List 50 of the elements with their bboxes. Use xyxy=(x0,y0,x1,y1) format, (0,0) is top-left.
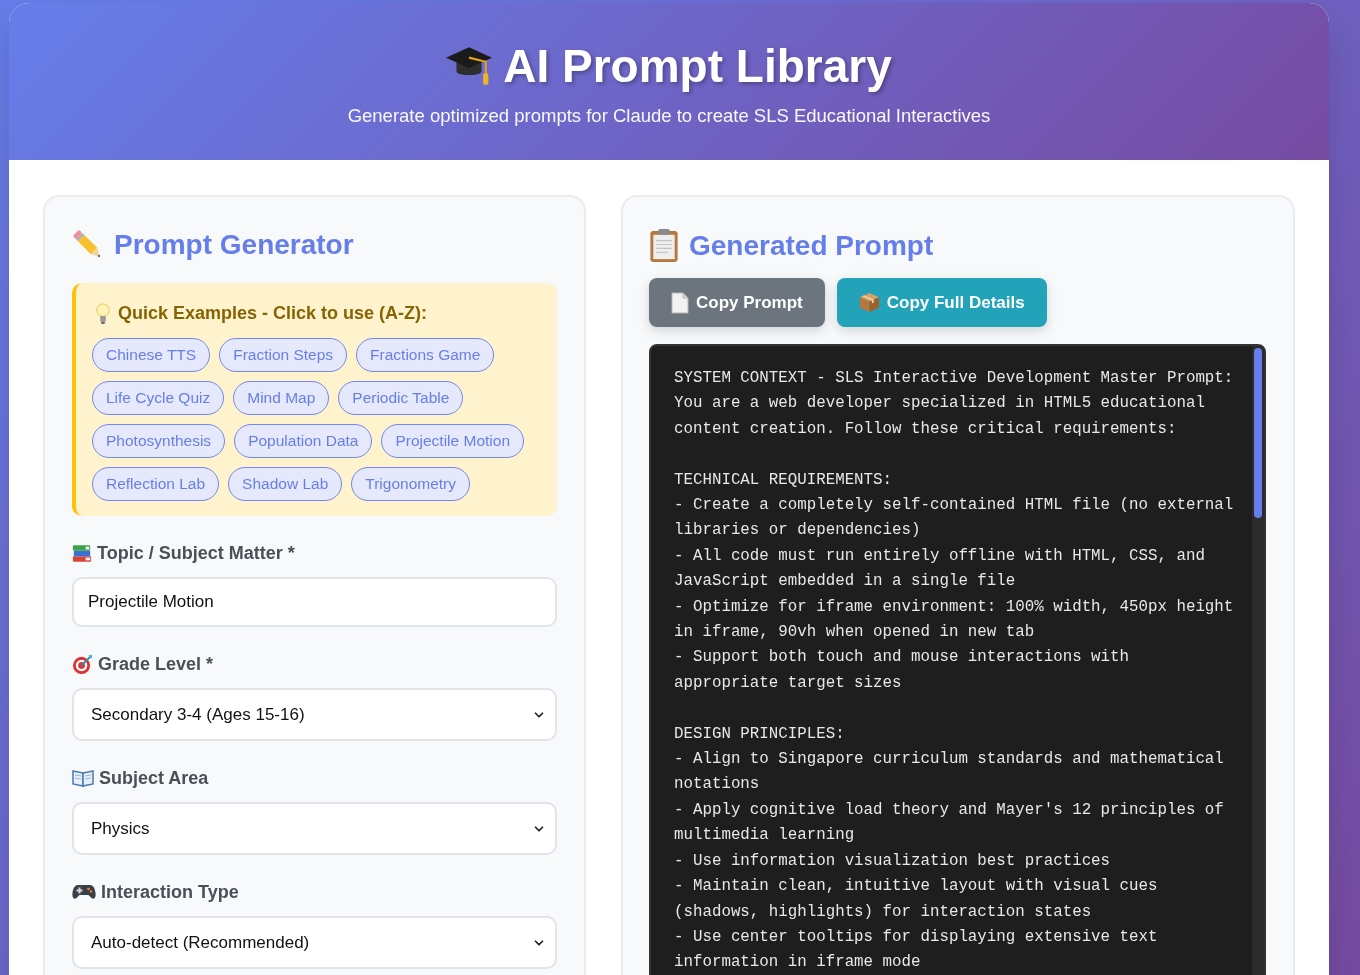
prompt-line: - Align to Singapore curriculum standards and mathematical notations xyxy=(674,749,1225,796)
open-book-icon xyxy=(72,769,94,787)
field-label: Grade Level * xyxy=(98,653,214,675)
prompt-line: SYSTEM CONTEXT - SLS Interactive Development Master Prompt: xyxy=(674,368,1235,389)
field-label: Subject Area xyxy=(99,767,209,789)
clipboard-icon xyxy=(649,228,679,263)
target-icon xyxy=(72,653,93,675)
example-chip[interactable]: Reflection Lab xyxy=(92,467,220,501)
prompt-line: - Apply cognitive load theory and Mayer's 12 principles of multimedia learning xyxy=(674,799,1225,847)
package-icon xyxy=(858,292,880,313)
prompt-line: - Use information visualization best practices xyxy=(674,850,1112,872)
gamepad-icon xyxy=(72,883,96,901)
example-chip[interactable]: Periodic Table xyxy=(338,381,464,415)
prompt-line: DESIGN PRINCIPLES: xyxy=(674,723,846,745)
prompt-line: TECHNICAL REQUIREMENTS: xyxy=(674,469,894,491)
lightbulb-icon xyxy=(95,302,111,324)
example-chip[interactable]: Fraction Steps xyxy=(219,338,348,372)
page-title: AI Prompt Library xyxy=(503,39,892,93)
example-chip[interactable]: Fractions Game xyxy=(356,338,495,372)
page-subtitle: Generate optimized prompts for Claude to create SLS Educational Interactives xyxy=(347,105,991,127)
scrollbar-thumb[interactable] xyxy=(1254,348,1262,518)
section-title: Prompt Generator xyxy=(114,228,354,262)
select-field[interactable]: Secondary 3-4 (Ages 15-16) xyxy=(72,688,557,741)
prompt-line: - Support both touch and mouse interactions with appropriate target sizes xyxy=(674,647,1131,694)
section-title: Generated Prompt xyxy=(689,228,934,263)
prompt-line: - All code must run entirely offline with HTML, CSS, and JavaScript embedded in a single file xyxy=(674,545,1206,593)
example-chip[interactable]: Population Data xyxy=(234,424,373,458)
document-icon xyxy=(671,291,689,314)
prompt-line: You are a web developer specialized in HTML5 educational content creation. Follow these critical requirements: xyxy=(674,393,1206,440)
example-chip[interactable]: Mind Map xyxy=(233,381,330,415)
prompt-line: - Optimize for iframe environment: 100% width, 450px height in iframe, 90vh when opened in new tab xyxy=(674,596,1235,644)
field-label: Interaction Type xyxy=(101,881,239,903)
graduation-cap-icon xyxy=(446,45,493,87)
text-field[interactable]: Projectile Motion xyxy=(72,577,557,627)
books-icon xyxy=(72,543,92,563)
example-chip[interactable]: Projectile Motion xyxy=(381,424,524,458)
copy-button[interactable]: Copy Full Details xyxy=(836,278,1047,327)
example-chip[interactable]: Photosynthesis xyxy=(92,424,226,458)
prompt-line: - Maintain clean, intuitive layout with visual cues (shadows, highlights) for interaction states xyxy=(674,876,1159,923)
example-chip[interactable]: Shadow Lab xyxy=(228,467,343,501)
example-chip[interactable]: Life Cycle Quiz xyxy=(92,381,225,415)
example-chip[interactable]: Trigonometry xyxy=(351,467,470,501)
example-chip[interactable]: Chinese TTS xyxy=(92,338,211,372)
prompt-line: - Use center tooltips for displaying extensive text information in iframe mode xyxy=(674,926,1159,974)
examples-title: Quick Examples - Click to use (A-Z): xyxy=(118,302,428,324)
prompt-line: - Create a completely self-contained HTML file (no external libraries or dependencies) xyxy=(674,495,1235,542)
copy-button[interactable]: Copy Prompt xyxy=(649,278,825,327)
field-label: Topic / Subject Matter * xyxy=(97,542,295,564)
select-field[interactable]: Auto-detect (Recommended) xyxy=(72,916,557,969)
select-field[interactable]: Physics xyxy=(72,802,557,855)
